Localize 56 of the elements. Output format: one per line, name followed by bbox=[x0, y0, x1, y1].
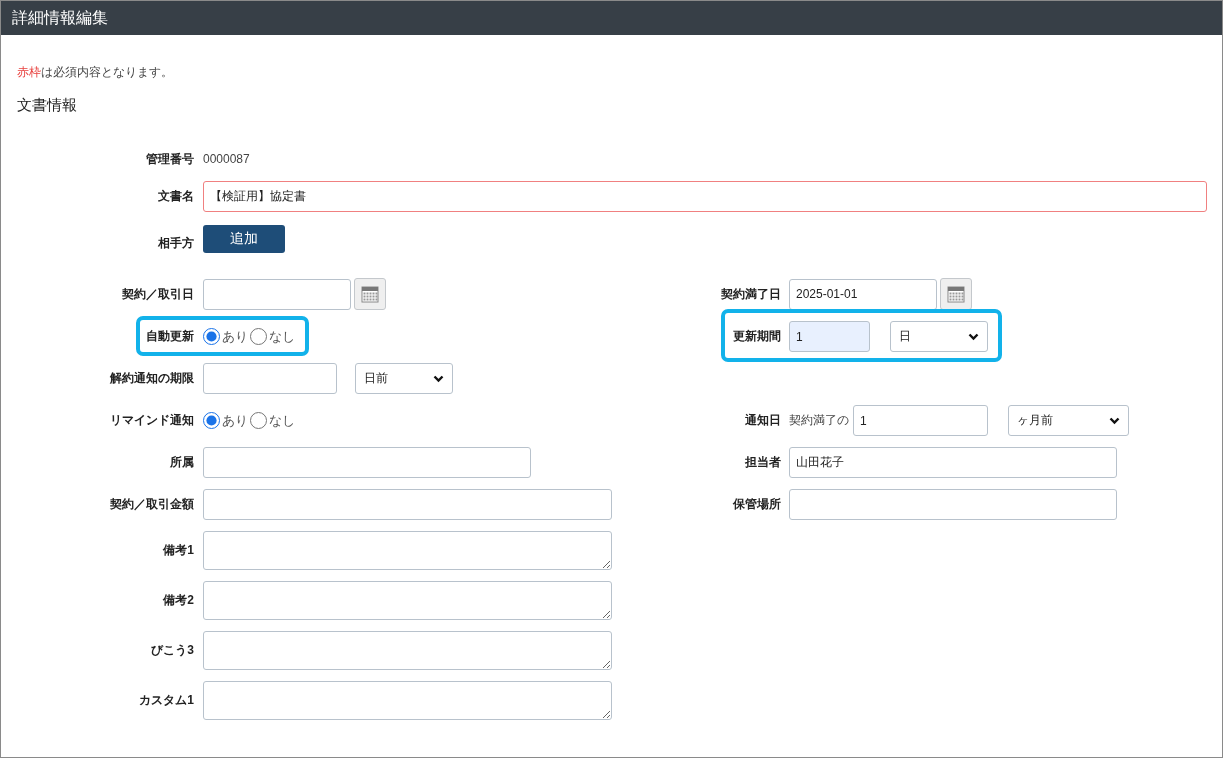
field-label: 文書名 bbox=[157, 188, 195, 205]
chevron-down-icon bbox=[433, 374, 444, 383]
text-input[interactable]: 山田花子 bbox=[789, 447, 1117, 478]
textarea-field[interactable] bbox=[203, 631, 612, 670]
textarea-field[interactable] bbox=[203, 581, 612, 620]
radio-button[interactable] bbox=[250, 328, 267, 345]
textarea-field[interactable] bbox=[203, 681, 612, 720]
field-label: 管理番号 bbox=[145, 150, 195, 168]
text-input[interactable] bbox=[789, 489, 1117, 520]
field-label: カスタム1 bbox=[138, 692, 195, 709]
field-label: 相手方 bbox=[157, 234, 195, 252]
radio-label: あり bbox=[222, 411, 248, 430]
required-note: 赤枠は必須内容となります。 bbox=[17, 64, 174, 81]
radio-button[interactable] bbox=[203, 412, 220, 429]
number-input[interactable]: 1 bbox=[789, 321, 870, 352]
text-input[interactable] bbox=[203, 447, 531, 478]
date-input[interactable]: 2025-01-01 bbox=[789, 278, 937, 310]
field-label: 担当者 bbox=[744, 454, 782, 471]
unit-dropdown[interactable]: 日前 bbox=[355, 363, 453, 394]
unit-dropdown[interactable]: 日 bbox=[890, 321, 988, 352]
text-input[interactable] bbox=[203, 489, 612, 520]
radio-button[interactable] bbox=[203, 328, 220, 345]
radio-button[interactable] bbox=[250, 412, 267, 429]
field-label: 所属 bbox=[169, 454, 195, 471]
text-input[interactable]: 【検証用】協定書 bbox=[203, 181, 1207, 212]
number-input[interactable] bbox=[203, 363, 337, 394]
field-label: リマインド通知 bbox=[109, 412, 195, 429]
chevron-down-icon bbox=[1109, 416, 1120, 425]
field-value: 0000087 bbox=[203, 152, 250, 166]
prefix-text: 契約満了の bbox=[789, 412, 849, 429]
date-input[interactable] bbox=[203, 278, 351, 310]
field-label: 備考1 bbox=[162, 542, 195, 559]
field-label: 備考2 bbox=[162, 592, 195, 609]
radio-label: あり bbox=[222, 327, 248, 346]
field-label: 自動更新 bbox=[145, 328, 195, 345]
unit-dropdown[interactable]: ヶ月前 bbox=[1008, 405, 1129, 436]
field-label: 更新期間 bbox=[732, 328, 782, 345]
textarea-field[interactable] bbox=[203, 531, 612, 570]
radio-label: なし bbox=[269, 411, 295, 430]
number-input[interactable]: 1 bbox=[853, 405, 988, 436]
field-label: 保管場所 bbox=[732, 496, 782, 513]
add-button[interactable]: 追加 bbox=[203, 224, 285, 253]
chevron-down-icon bbox=[968, 332, 979, 341]
section-title: 文書情報 bbox=[17, 96, 78, 115]
field-label: 契約／取引日 bbox=[121, 285, 195, 303]
calendar-button[interactable] bbox=[940, 278, 972, 310]
radio-label: なし bbox=[269, 327, 295, 346]
field-label: 解約通知の期限 bbox=[109, 370, 195, 387]
calendar-button[interactable] bbox=[354, 278, 386, 310]
field-label: 契約／取引金額 bbox=[109, 496, 195, 513]
calendar-icon bbox=[361, 285, 379, 303]
calendar-icon bbox=[947, 285, 965, 303]
field-label: 契約満了日 bbox=[720, 285, 782, 303]
field-label: びこう3 bbox=[150, 642, 195, 659]
window-title: 詳細情報編集 bbox=[12, 7, 108, 28]
field-label: 通知日 bbox=[744, 412, 782, 429]
